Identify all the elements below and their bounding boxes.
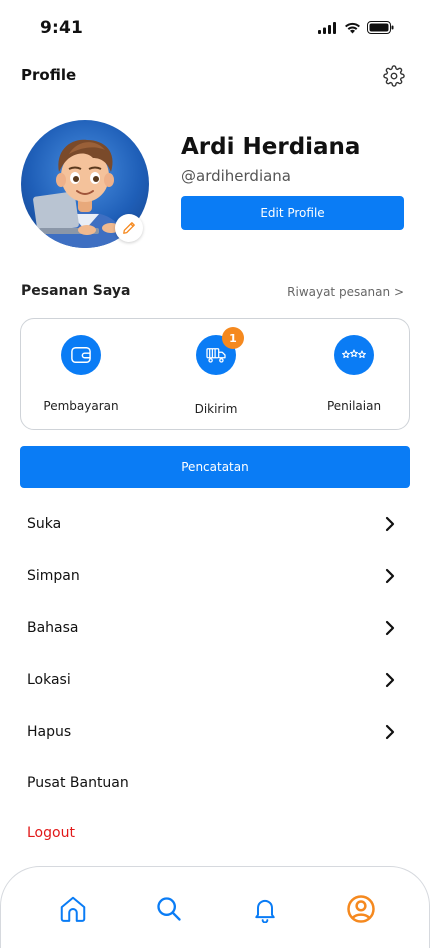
stars-icon — [342, 349, 366, 359]
home-icon — [60, 896, 86, 922]
logout-label: Logout — [27, 825, 75, 841]
notification-badge: 1 — [222, 327, 244, 349]
order-label: Pembayaran — [43, 399, 119, 413]
chevron-right-icon — [385, 724, 395, 740]
page-title: Profile — [21, 66, 77, 84]
nav-home[interactable] — [57, 893, 89, 925]
menu-item-label: Suka — [27, 516, 62, 532]
search-icon — [157, 897, 181, 921]
order-icon-wrapper — [61, 335, 101, 375]
battery-icon — [367, 21, 394, 34]
order-item-payment[interactable]: Pembayaran — [21, 335, 141, 413]
header: Profile — [0, 56, 430, 96]
orders-card: Pembayaran 1 Dikirim Penilaian — [20, 318, 410, 430]
order-item-rating[interactable]: Penilaian — [294, 335, 414, 413]
logout-button[interactable]: Logout — [0, 808, 430, 858]
menu-item-language[interactable]: Bahasa — [0, 602, 430, 654]
menu-item-location[interactable]: Lokasi — [0, 654, 430, 706]
signal-icon — [318, 21, 336, 34]
orders-section-title: Pesanan Saya — [21, 283, 131, 299]
status-icons — [318, 21, 394, 34]
nav-search[interactable] — [153, 893, 185, 925]
gear-icon — [383, 65, 405, 87]
truck-icon — [206, 348, 226, 363]
order-item-shipped[interactable]: 1 Dikirim — [156, 327, 276, 416]
order-icon-wrapper — [334, 335, 374, 375]
menu-item-saved[interactable]: Simpan — [0, 550, 430, 602]
user-handle: @ardiherdiana — [181, 167, 292, 185]
order-label: Dikirim — [194, 402, 238, 416]
nav-notifications[interactable] — [249, 893, 281, 925]
chevron-right-icon — [385, 672, 395, 688]
user-name: Ardi Herdiana — [181, 134, 361, 160]
chevron-right-icon — [385, 568, 395, 584]
chevron-right-icon — [385, 620, 395, 636]
chevron-right-icon — [385, 516, 395, 532]
menu-item-delete[interactable]: Hapus — [0, 706, 430, 758]
pencil-icon — [123, 222, 135, 234]
menu-item-label: Lokasi — [27, 672, 71, 688]
edit-avatar-button[interactable] — [115, 214, 143, 242]
menu-item-label: Hapus — [27, 724, 72, 740]
menu-item-label: Pusat Bantuan — [27, 775, 129, 791]
bell-icon — [255, 899, 275, 923]
menu-item-help-center[interactable]: Pusat Bantuan — [0, 758, 430, 808]
menu-item-label: Bahasa — [27, 620, 79, 636]
profile-icon — [347, 895, 375, 923]
wifi-icon — [345, 22, 360, 33]
menu-item-likes[interactable]: Suka — [0, 498, 430, 550]
order-label: Penilaian — [326, 399, 382, 413]
menu-item-label: Simpan — [27, 568, 80, 584]
bottom-nav — [0, 866, 430, 948]
order-icon-wrapper: 1 — [196, 327, 244, 375]
menu-list: Suka Simpan Bahasa Lokasi Hapus Pusat Ba… — [0, 498, 430, 858]
wallet-icon — [71, 347, 91, 363]
status-bar: 9:41 — [0, 0, 430, 56]
nav-profile[interactable] — [345, 893, 377, 925]
edit-profile-button[interactable]: Edit Profile — [181, 196, 404, 230]
settings-button[interactable] — [382, 64, 406, 88]
notes-button[interactable]: Pencatatan — [20, 446, 410, 488]
status-time: 9:41 — [40, 18, 84, 38]
order-history-link[interactable]: Riwayat pesanan > — [287, 285, 404, 299]
